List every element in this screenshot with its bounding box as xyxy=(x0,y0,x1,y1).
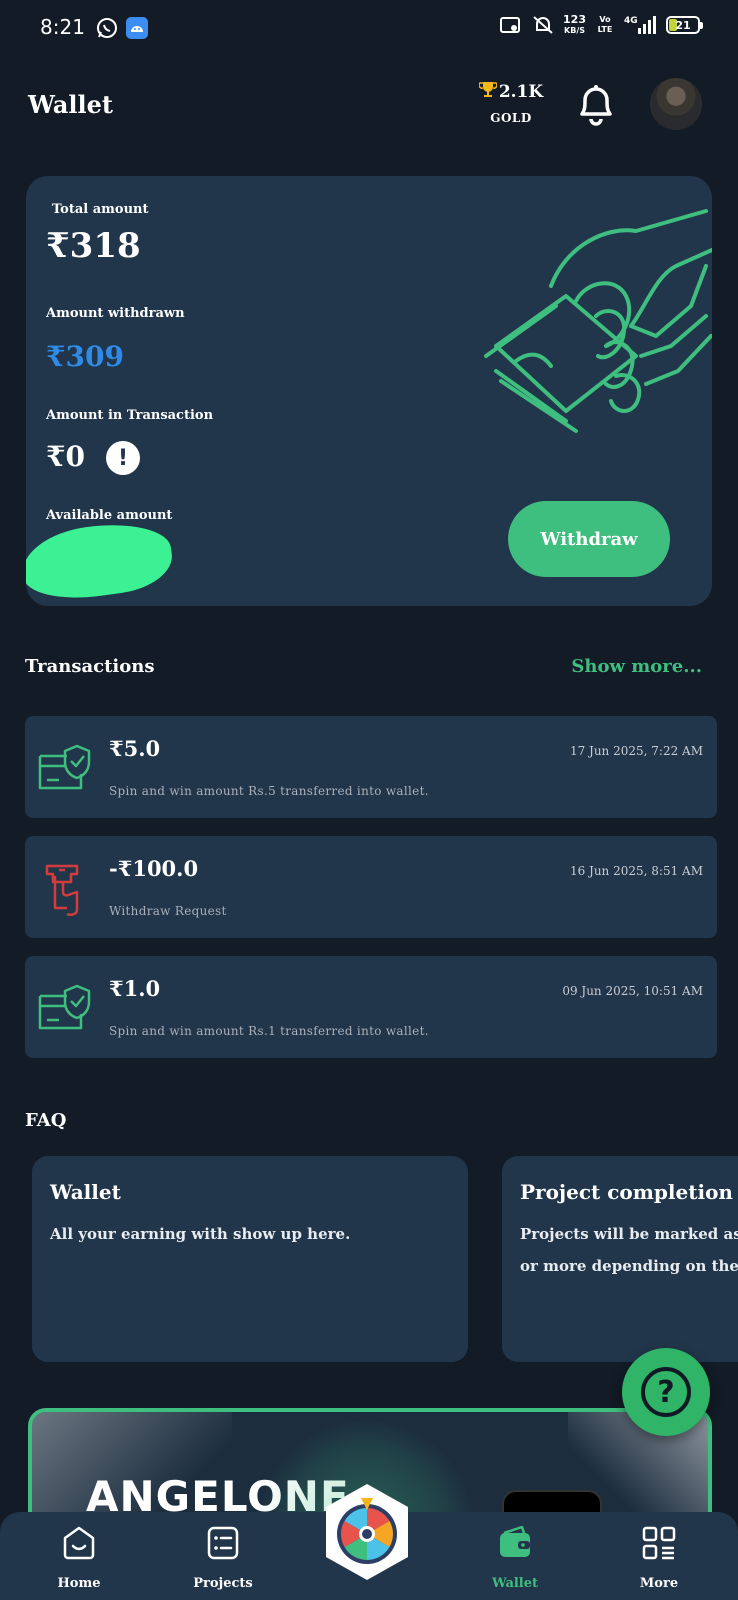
nav-label: Home xyxy=(57,1576,101,1591)
picture-notification-icon xyxy=(499,14,521,36)
tier-badge[interactable]: 2.1K GOLD xyxy=(476,80,546,125)
total-amount-value: ₹318 xyxy=(46,226,141,266)
network-speed: 123 KB/S xyxy=(563,12,586,35)
wallet-summary-card: Total amount ₹318 Amount withdrawn ₹309 … xyxy=(26,176,712,606)
spin-wheel-button[interactable] xyxy=(322,1482,412,1582)
help-button[interactable]: ? xyxy=(622,1348,710,1436)
transaction-amount: ₹5.0 xyxy=(109,736,161,761)
amount-in-transaction-value: ₹0 xyxy=(46,440,85,473)
total-amount-label: Total amount xyxy=(52,202,149,217)
battery-icon: 21 xyxy=(666,16,703,34)
transactions-title: Transactions xyxy=(25,656,155,677)
transaction-date: 17 Jun 2025, 7:22 AM xyxy=(569,744,703,758)
faq-card-body: All your earning with show up here. xyxy=(50,1225,351,1243)
atm-withdraw-icon xyxy=(45,864,79,916)
withdraw-button[interactable]: Withdraw xyxy=(508,501,670,577)
faq-card[interactable]: Project completion Projects will be mark… xyxy=(502,1156,738,1362)
faq-title: FAQ xyxy=(25,1110,67,1131)
page-title: Wallet xyxy=(28,90,114,119)
transaction-description: Spin and win amount Rs.5 transferred int… xyxy=(109,784,429,798)
volte-indicator: Vo LTE xyxy=(597,15,613,34)
status-time: 8:21 xyxy=(40,15,85,39)
faq-card-body: Projects will be marked as or more depen… xyxy=(520,1225,738,1275)
wallet-shield-icon xyxy=(38,984,91,1030)
more-grid-icon xyxy=(642,1526,676,1560)
transaction-description: Withdraw Request xyxy=(109,904,227,918)
tier-name: GOLD xyxy=(490,111,532,125)
whatsapp-icon xyxy=(96,17,118,39)
status-icons: 123 KB/S Vo LTE 4G 21 xyxy=(499,12,703,36)
question-mark-icon: ? xyxy=(641,1367,691,1417)
android-app-icon xyxy=(126,17,148,39)
mute-icon xyxy=(531,14,553,36)
faq-card-title: Project completion xyxy=(520,1180,733,1204)
nav-label: Wallet xyxy=(491,1576,539,1591)
show-more-link[interactable]: Show more... xyxy=(571,656,702,677)
amount-in-transaction-label: Amount in Transaction xyxy=(46,408,214,423)
nav-projects[interactable]: Projects xyxy=(178,1524,268,1591)
trophy-icon xyxy=(478,80,498,103)
available-amount-label: Available amount xyxy=(46,508,173,523)
amount-withdrawn-label: Amount withdrawn xyxy=(46,306,185,321)
transaction-description: Spin and win amount Rs.1 transferred int… xyxy=(109,1024,429,1038)
transaction-row[interactable]: -₹100.0 16 Jun 2025, 8:51 AM Withdraw Re… xyxy=(25,836,717,938)
wallet-shield-icon xyxy=(38,744,91,790)
nav-label: Projects xyxy=(193,1576,253,1591)
tier-points: 2.1K xyxy=(498,81,544,102)
transaction-date: 09 Jun 2025, 10:51 AM xyxy=(562,984,703,998)
nav-wallet[interactable]: Wallet xyxy=(470,1524,560,1591)
redaction-mark xyxy=(26,515,177,606)
nav-more[interactable]: More xyxy=(614,1524,704,1591)
status-bar: 8:21 123 KB/S Vo LTE 4G 21 xyxy=(0,0,738,58)
avatar[interactable] xyxy=(650,78,702,130)
svg-text:4G: 4G xyxy=(624,16,638,26)
projects-icon xyxy=(207,1526,239,1560)
amount-withdrawn-value: ₹309 xyxy=(46,340,124,373)
nav-home[interactable]: Home xyxy=(34,1524,124,1591)
nav-label: More xyxy=(639,1576,679,1591)
home-icon xyxy=(63,1526,95,1560)
faq-card-title: Wallet xyxy=(50,1180,121,1204)
signal-icon: 4G xyxy=(624,14,656,36)
faq-card[interactable]: Wallet All your earning with show up her… xyxy=(32,1156,468,1362)
wallet-icon xyxy=(500,1525,530,1557)
transaction-date: 16 Jun 2025, 8:51 AM xyxy=(569,864,703,878)
transaction-amount: -₹100.0 xyxy=(109,856,199,881)
transaction-amount: ₹1.0 xyxy=(109,976,161,1001)
transaction-row[interactable]: ₹5.0 17 Jun 2025, 7:22 AM Spin and win a… xyxy=(25,716,717,818)
header: Wallet 2.1K GOLD xyxy=(0,58,738,168)
info-icon[interactable]: ! xyxy=(106,441,140,475)
transaction-row[interactable]: ₹1.0 09 Jun 2025, 10:51 AM Spin and win … xyxy=(25,956,717,1058)
cash-hand-illustration xyxy=(484,209,712,433)
bell-icon[interactable] xyxy=(572,80,620,128)
